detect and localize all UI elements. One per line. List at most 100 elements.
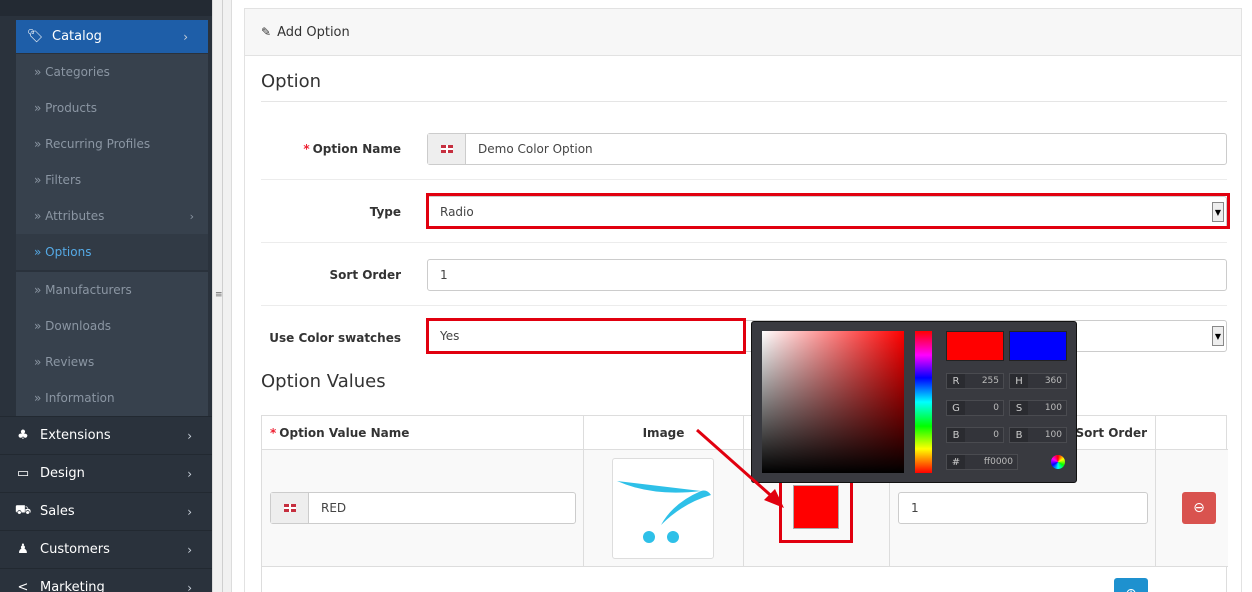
field-value: 0 [965, 401, 1003, 415]
option-value-sort-input[interactable]: 1 [898, 492, 1148, 524]
panel-title: Add Option [277, 24, 350, 40]
field-value: 100 [1028, 428, 1066, 442]
uk-flag-icon [440, 145, 453, 153]
language-flag-addon [271, 493, 309, 523]
sidebar-subitem-label: » Attributes [34, 209, 105, 223]
required-marker: * [303, 141, 310, 156]
required-marker: * [270, 425, 277, 440]
sidebar-item-marketing[interactable]: < Marketing › [0, 568, 212, 592]
form-row-sort-order: Sort Order 1 [261, 243, 1227, 306]
sidebar-subitem-label: » Reviews [34, 355, 95, 369]
sidebar-subitem-manufacturers[interactable]: » Manufacturers [16, 272, 208, 308]
sidebar-subitem-options[interactable]: » Options [16, 234, 208, 270]
field-value: ff0000 [965, 455, 1017, 469]
option-values-table: *Option Value Name Image Sort Order RED [261, 415, 1228, 592]
option-name-value: Demo Color Option [478, 142, 593, 156]
brightness-field[interactable]: B 100 [1009, 427, 1067, 443]
chevron-right-icon: › [187, 542, 192, 557]
color-picker: R 255 H 360 G0 S 100 B0 B 100 # ff0000 [751, 321, 1077, 483]
current-color-preview [1009, 331, 1067, 361]
section-title-option-values: Option Values [261, 371, 386, 392]
sort-order-input[interactable]: 1 [427, 259, 1227, 291]
pencil-icon: ✎ [261, 25, 272, 39]
monitor-icon: ▭ [16, 466, 30, 481]
hue-field[interactable]: H 360 [1009, 373, 1067, 389]
field-value: 255 [965, 374, 1003, 388]
table-cell-action: ⊖ [1156, 450, 1228, 567]
uk-flag-icon [283, 504, 296, 512]
field-label: Type [369, 204, 401, 219]
sidebar-subitem-filters[interactable]: » Filters [16, 162, 208, 198]
sidebar-top-bar [0, 0, 212, 16]
blue-field[interactable]: B0 [946, 427, 1004, 443]
minus-circle-icon: ⊖ [1193, 500, 1205, 516]
user-icon: ♟ [17, 542, 29, 557]
saturation-field[interactable]: S 100 [1009, 400, 1067, 416]
color-wheel-icon[interactable] [1051, 455, 1065, 469]
cart-icon: ⛟ [14, 503, 32, 518]
sidebar-subitem-categories[interactable]: » Categories [16, 54, 208, 90]
sidebar-item-catalog[interactable]: 🏷 Catalog › [16, 20, 208, 53]
field-key: B [952, 429, 960, 441]
sidebar-item-design[interactable]: ▭ Design › [0, 454, 212, 492]
option-name-field[interactable]: Demo Color Option [427, 133, 1227, 165]
option-value-name-field[interactable]: RED [270, 492, 576, 524]
sidebar-item-extensions[interactable]: ♣ Extensions › [0, 416, 212, 454]
field-label: * Option Name [303, 117, 401, 180]
sidebar-item-label: Customers [40, 542, 110, 557]
field-value: 100 [1028, 401, 1066, 415]
sidebar-resize-handle[interactable]: ≡ [212, 0, 232, 592]
sidebar-subitem-information[interactable]: » Information [16, 380, 208, 416]
sidebar-subitem-downloads[interactable]: » Downloads [16, 308, 208, 344]
sidebar-item-label: Sales [40, 504, 75, 519]
option-value-sort-value: 1 [911, 501, 919, 515]
sidebar-subitem-attributes[interactable]: » Attributes › [16, 198, 208, 234]
sidebar-item-label: Design [40, 466, 85, 481]
saturation-value-area[interactable] [762, 331, 904, 473]
sidebar-subitem-recurring-profiles[interactable]: » Recurring Profiles [16, 126, 208, 162]
divider [261, 101, 1227, 102]
remove-button[interactable]: ⊖ [1182, 492, 1216, 524]
opencart-logo-icon [617, 481, 711, 543]
chevron-right-icon: › [187, 466, 192, 481]
sidebar-subitem-label: » Products [34, 101, 97, 115]
section-title-option: Option [261, 71, 322, 92]
field-key: R [952, 375, 960, 387]
red-field[interactable]: R 255 [946, 373, 1004, 389]
panel-heading: ✎ Add Option [245, 9, 1241, 56]
field-value: 360 [1028, 374, 1066, 388]
sidebar-item-sales[interactable]: ⛟ Sales › [0, 492, 212, 530]
chevron-right-icon: › [187, 580, 192, 592]
hex-field[interactable]: # ff0000 [946, 454, 1018, 470]
chevron-right-icon: › [183, 29, 188, 44]
option-image-thumbnail[interactable] [612, 458, 714, 559]
sidebar-item-label: Marketing [40, 580, 105, 592]
sidebar: 🏷 Catalog › » Categories » Products » Re… [0, 0, 212, 592]
green-field[interactable]: G0 [946, 400, 1004, 416]
sidebar-item-customers[interactable]: ♟ Customers › [0, 530, 212, 568]
field-key: H [1015, 375, 1023, 387]
sidebar-subitem-label: » Downloads [34, 319, 112, 333]
highlight-type [426, 193, 1230, 229]
chevron-right-icon: › [189, 209, 194, 223]
form-row-option-name: * Option Name Demo Color Option [261, 117, 1227, 180]
field-label: Use Color swatches [269, 330, 401, 345]
share-icon: < [17, 580, 29, 592]
sidebar-subitem-reviews[interactable]: » Reviews [16, 344, 208, 380]
new-color-preview [946, 331, 1004, 361]
field-label-text: Option Name [312, 141, 401, 156]
add-option-value-button[interactable]: ⊕ [1114, 578, 1148, 592]
table-cell-image [584, 450, 744, 567]
sidebar-subitem-label: » Information [34, 391, 115, 405]
column-header-action [1156, 416, 1228, 450]
sidebar-subitem-products[interactable]: » Products [16, 90, 208, 126]
sidebar-subitem-label: » Options [34, 245, 92, 259]
language-flag-addon [428, 134, 466, 164]
sidebar-subitem-label: » Filters [34, 173, 82, 187]
field-key: G [952, 402, 960, 414]
field-label: Sort Order [329, 267, 401, 282]
hue-slider[interactable] [915, 331, 932, 473]
dropdown-arrow-icon: ▼ [1212, 326, 1224, 346]
sidebar-subitem-label: » Manufacturers [34, 283, 132, 297]
add-option-panel: ✎ Add Option Option * Option Name Demo Co… [244, 8, 1242, 592]
